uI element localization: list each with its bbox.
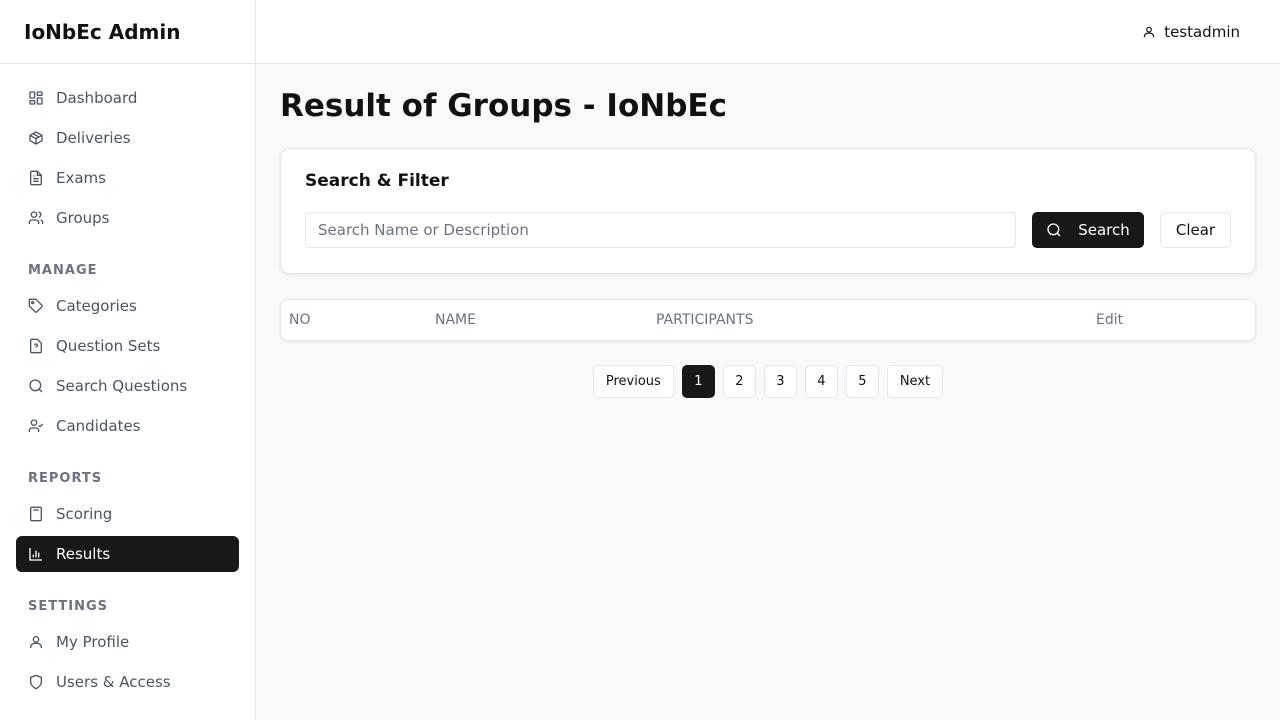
sidebar-item-candidates[interactable]: Candidates	[16, 408, 239, 444]
sidebar-item-label: Search Questions	[56, 377, 188, 395]
users-icon	[28, 210, 44, 226]
sidebar-item-search-questions[interactable]: Search Questions	[16, 368, 239, 404]
top-bar: testadmin	[256, 0, 1280, 64]
user-icon	[1142, 25, 1156, 39]
sidebar-item-label: Scoring	[56, 505, 113, 523]
sidebar-item-label: Categories	[56, 297, 137, 315]
sidebar-item-label: Candidates	[56, 417, 141, 435]
clear-button[interactable]: Clear	[1160, 212, 1231, 248]
shield-icon	[28, 674, 44, 690]
page-button-1[interactable]: 1	[681, 365, 715, 398]
sidebar-item-categories[interactable]: Categories	[16, 288, 239, 324]
sidebar-item-label: Groups	[56, 209, 110, 227]
sidebar-item-my-profile[interactable]: My Profile	[16, 624, 239, 660]
user-check-icon	[28, 418, 44, 434]
sidebar-item-label: Question Sets	[56, 337, 161, 355]
section-label-manage: MANAGE	[28, 262, 98, 278]
dashboard-icon	[28, 90, 44, 106]
previous-page-button[interactable]: Previous	[592, 365, 674, 398]
sidebar-item-label: Users & Access	[56, 673, 171, 691]
username: testadmin	[1164, 22, 1240, 41]
sidebar-item-results[interactable]: Results	[16, 536, 239, 572]
calculator-icon	[28, 506, 44, 522]
results-table: NO NAME PARTICIPANTS Edit	[280, 299, 1256, 341]
column-header-name[interactable]: NAME	[435, 300, 476, 340]
sidebar-item-label: Dashboard	[56, 89, 138, 107]
document-icon	[28, 170, 44, 186]
search-filter-card: Search & Filter Search Clear	[280, 148, 1256, 274]
sidebar-item-groups[interactable]: Groups	[16, 200, 239, 236]
card-title: Search & Filter	[305, 171, 449, 191]
user-icon	[28, 634, 44, 650]
sidebar-item-question-sets[interactable]: Question Sets	[16, 328, 239, 364]
column-header-participants[interactable]: PARTICIPANTS	[656, 300, 753, 340]
bar-chart-icon	[28, 546, 44, 562]
page-button-3[interactable]: 3	[763, 365, 797, 398]
page-button-2[interactable]: 2	[722, 365, 756, 398]
search-input[interactable]	[305, 212, 1016, 248]
page-title: Result of Groups - IoNbEc	[280, 88, 727, 124]
section-label-settings: SETTINGS	[28, 598, 109, 614]
next-page-button[interactable]: Next	[886, 365, 944, 398]
section-label-reports: REPORTS	[28, 470, 103, 486]
page-button-5[interactable]: 5	[845, 365, 879, 398]
sidebar-item-label: Deliveries	[56, 129, 131, 147]
column-header-edit: Edit	[1096, 312, 1124, 328]
filter-row: Search Clear	[305, 212, 1231, 248]
search-icon	[1046, 222, 1062, 238]
search-icon	[28, 378, 44, 394]
sidebar-item-scoring[interactable]: Scoring	[16, 496, 239, 532]
sidebar-item-label: My Profile	[56, 633, 130, 651]
sidebar-item-label: Results	[56, 545, 111, 563]
sidebar-nav: Dashboard Deliveries Exams Groups MANAGE…	[0, 64, 255, 700]
sidebar-item-label: Exams	[56, 169, 106, 187]
sidebar-item-deliveries[interactable]: Deliveries	[16, 120, 239, 156]
sidebar-item-dashboard[interactable]: Dashboard	[16, 80, 239, 116]
question-file-icon	[28, 338, 44, 354]
column-header-no[interactable]: NO	[289, 300, 311, 340]
main-content: Result of Groups - IoNbEc Search & Filte…	[280, 64, 1256, 398]
search-button-label: Search	[1078, 221, 1130, 239]
pagination: Previous 1 2 3 4 5 Next	[280, 365, 1256, 398]
search-button[interactable]: Search	[1032, 212, 1144, 248]
app-title: IoNbEc Admin	[0, 0, 255, 64]
tag-icon	[28, 298, 44, 314]
sidebar-item-users-access[interactable]: Users & Access	[16, 664, 239, 700]
sidebar-item-exams[interactable]: Exams	[16, 160, 239, 196]
page-button-4[interactable]: 4	[804, 365, 838, 398]
user-menu[interactable]: testadmin	[1142, 23, 1240, 41]
sidebar: IoNbEc Admin Dashboard Deliveries Exams …	[0, 0, 256, 720]
package-icon	[28, 130, 44, 146]
